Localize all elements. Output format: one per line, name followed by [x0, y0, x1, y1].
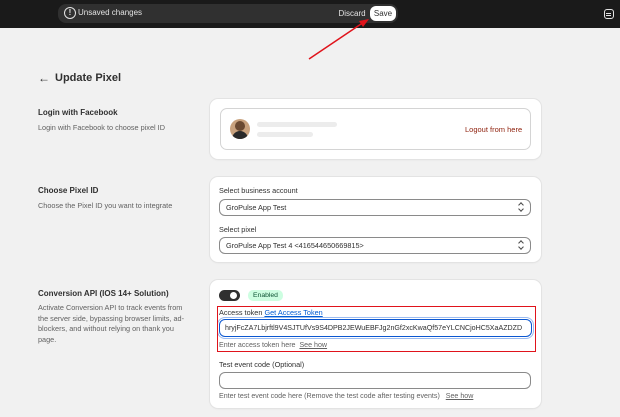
test-event-code-label: Test event code (Optional) — [219, 360, 305, 369]
business-account-label: Select business account — [219, 186, 298, 195]
select-chevron-icon — [518, 241, 524, 250]
account-name-placeholder — [257, 122, 337, 127]
info-icon: ! — [64, 7, 76, 19]
business-account-select[interactable]: GroPulse App Test — [219, 199, 531, 216]
store-icon[interactable] — [604, 9, 614, 19]
pixel-select[interactable]: GroPulse App Test 4 <416544650669815> — [219, 237, 531, 254]
save-button[interactable]: Save — [370, 6, 396, 21]
page-title: Update Pixel — [55, 72, 122, 84]
test-see-how-link[interactable]: See how — [446, 392, 474, 400]
pixel-value: GroPulse App Test 4 <416544650669815> — [226, 241, 364, 250]
toggle-knob — [230, 292, 237, 299]
pixel-section-title: Choose Pixel ID — [38, 186, 99, 195]
pixel-card: Select business account GroPulse App Tes… — [210, 177, 541, 262]
back-arrow-icon[interactable]: ← — [38, 71, 50, 85]
login-card: Logout from here — [210, 99, 541, 159]
unsaved-changes-label: Unsaved changes — [78, 8, 143, 17]
pixel-section-description: Choose the Pixel ID you want to integrat… — [38, 201, 173, 210]
account-email-placeholder — [257, 132, 313, 137]
business-account-value: GroPulse App Test — [226, 203, 287, 212]
capi-section-description: Activate Conversion API to track events … — [38, 303, 184, 344]
annotation-highlight-box — [217, 306, 536, 352]
unsaved-changes-bar: ! Unsaved changes Discard Save — [58, 4, 398, 23]
test-event-code-help: Enter test event code here (Remove the t… — [219, 392, 474, 400]
discard-button[interactable]: Discard — [336, 7, 368, 21]
login-section-title: Login with Facebook — [38, 108, 118, 117]
avatar — [230, 119, 250, 139]
pixel-label: Select pixel — [219, 225, 257, 234]
logout-link[interactable]: Logout from here — [465, 125, 522, 134]
capi-section-title: Conversion API (IOS 14+ Solution) — [38, 289, 169, 298]
test-event-code-input[interactable] — [219, 372, 531, 389]
status-badge: Enabled — [248, 290, 283, 301]
contextual-save-bar: ! Unsaved changes Discard Save — [0, 0, 620, 28]
capi-toggle[interactable] — [219, 290, 240, 301]
select-chevron-icon — [518, 203, 524, 212]
facebook-account-box: Logout from here — [220, 108, 531, 150]
login-section-description: Login with Facebook to choose pixel ID — [38, 123, 165, 132]
